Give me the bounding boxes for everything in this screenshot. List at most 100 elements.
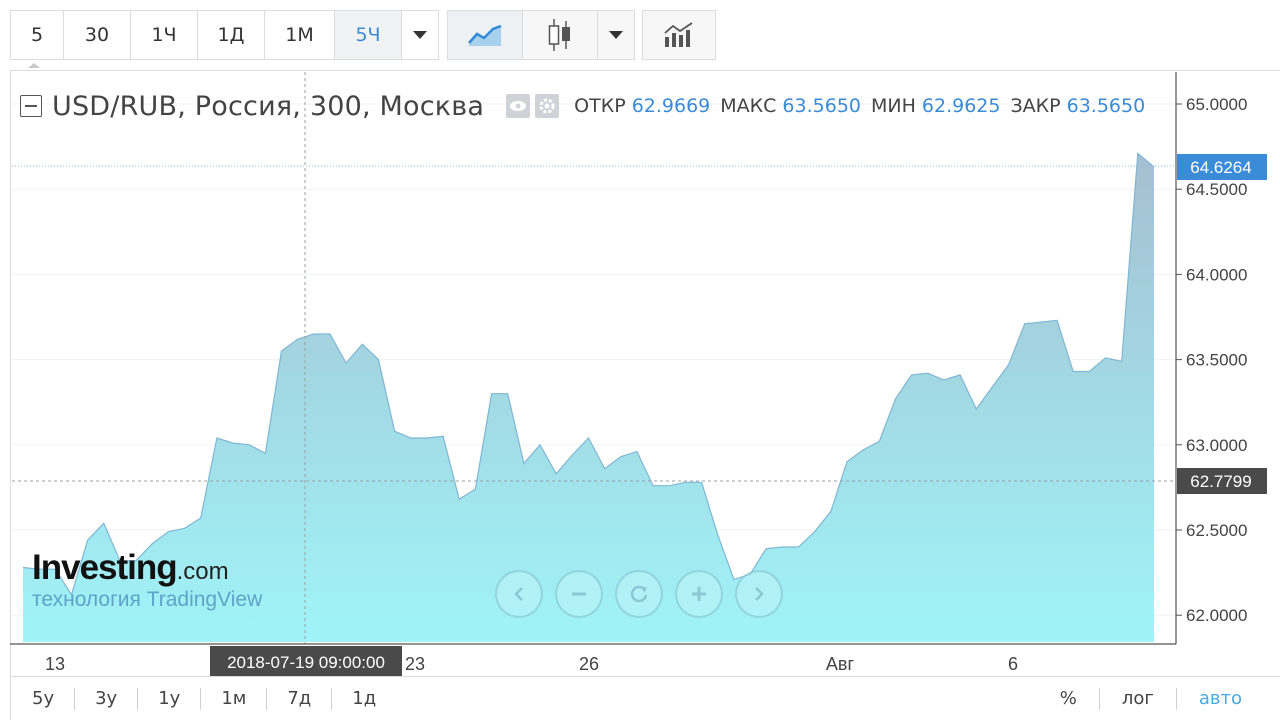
data-point <box>361 343 363 345</box>
open-label: ОТКР <box>574 95 626 117</box>
data-point <box>814 531 816 533</box>
data-point <box>377 358 379 360</box>
data-point <box>474 488 476 490</box>
data-point <box>329 333 331 335</box>
data-point <box>636 450 638 452</box>
price-tick-label: 65.0000 <box>1186 95 1247 114</box>
chevron-left-icon <box>514 587 523 601</box>
data-point <box>183 527 185 529</box>
low-label: МИН <box>871 95 916 117</box>
data-point <box>894 398 896 400</box>
data-point <box>86 539 88 541</box>
data-point <box>393 430 395 432</box>
symbol-title: USD/RUB, Россия, 300, Москва <box>52 90 485 122</box>
gear-icon[interactable] <box>535 94 560 118</box>
data-point <box>200 517 202 519</box>
data-point <box>830 510 832 512</box>
price-tick-label: 62.0000 <box>1186 606 1247 625</box>
data-point <box>975 408 977 410</box>
data-point <box>1137 152 1139 154</box>
data-point <box>1072 370 1074 372</box>
data-point <box>1153 166 1155 168</box>
data-point <box>297 338 299 340</box>
data-point <box>555 473 557 475</box>
open-value: 62.9669 <box>631 95 711 117</box>
scroll-left-button[interactable] <box>495 570 543 618</box>
price-tick-label: 63.0000 <box>1186 436 1247 455</box>
data-point <box>22 566 24 568</box>
time-label: 6 <box>1008 654 1018 674</box>
data-point <box>862 449 864 451</box>
chart-legend: USD/RUB, Россия, 300, Москва ОТКР 62.966… <box>20 86 1145 126</box>
watermark-brand: Investing <box>32 548 178 587</box>
watermark-tech: технология TradingView <box>32 588 263 611</box>
range-5y-button[interactable]: 5у <box>10 687 76 710</box>
data-point <box>458 498 460 500</box>
range-1y-button[interactable]: 1у <box>138 687 202 710</box>
last-price-label: 64.6264 <box>1190 158 1251 177</box>
period-bar: 5у 3у 1у 1м 7д 1д % лог авто <box>10 676 1280 720</box>
data-point <box>1056 319 1058 321</box>
data-point <box>959 374 961 376</box>
data-point <box>765 548 767 550</box>
zoom-in-button[interactable] <box>675 570 723 618</box>
scroll-right-button[interactable] <box>735 570 783 618</box>
data-point <box>1023 323 1025 325</box>
zoom-out-button[interactable] <box>555 570 603 618</box>
data-point <box>878 440 880 442</box>
data-point <box>717 534 719 536</box>
data-point <box>797 546 799 548</box>
time-label: 26 <box>579 654 599 674</box>
data-point <box>1121 360 1123 362</box>
data-point <box>523 462 525 464</box>
data-point <box>490 393 492 395</box>
data-point <box>167 531 169 533</box>
time-label: 23 <box>405 654 425 674</box>
investing-watermark: Investing.com технология TradingView <box>32 548 262 612</box>
collapse-icon[interactable] <box>20 95 42 117</box>
scroll-marker-icon <box>28 63 40 68</box>
price-tick-label: 63.5000 <box>1186 351 1247 370</box>
data-point <box>846 461 848 463</box>
low-value: 62.9625 <box>921 95 1001 117</box>
watermark-brand-suffix: .com <box>176 558 229 585</box>
reset-button[interactable] <box>615 570 663 618</box>
data-point <box>539 444 541 446</box>
data-point <box>991 386 993 388</box>
price-tick-label: 62.5000 <box>1186 521 1247 540</box>
data-point <box>620 456 622 458</box>
high-label: МАКС <box>720 95 777 117</box>
crosshair-price-label: 62.7799 <box>1190 472 1251 491</box>
scale-options: % лог авто <box>1038 677 1260 721</box>
data-point <box>571 454 573 456</box>
data-point <box>248 444 250 446</box>
eye-icon[interactable] <box>506 94 531 118</box>
data-point <box>587 437 589 439</box>
percent-scale-button[interactable]: % <box>1038 688 1100 710</box>
data-point <box>151 542 153 544</box>
data-point <box>426 437 428 439</box>
time-label: 13 <box>45 654 65 674</box>
log-scale-button[interactable]: лог <box>1100 688 1177 710</box>
data-point <box>1088 370 1090 372</box>
range-7d-button[interactable]: 7д <box>267 687 333 710</box>
range-1d-button[interactable]: 1д <box>332 688 396 710</box>
data-point <box>442 435 444 437</box>
data-point <box>781 546 783 548</box>
data-point <box>264 452 266 454</box>
data-point <box>313 333 315 335</box>
data-point <box>927 372 929 374</box>
data-point <box>1040 321 1042 323</box>
auto-scale-button[interactable]: авто <box>1177 688 1260 710</box>
data-point <box>103 522 105 524</box>
data-point <box>652 485 654 487</box>
data-point <box>604 468 606 470</box>
refresh-icon <box>630 585 648 603</box>
data-point <box>1007 364 1009 366</box>
range-3y-button[interactable]: 3у <box>75 687 139 710</box>
data-point <box>1104 357 1106 359</box>
time-label: Авг <box>826 654 855 674</box>
range-1m-button[interactable]: 1м <box>201 687 268 710</box>
plus-icon <box>692 587 706 601</box>
minus-icon <box>572 592 586 596</box>
